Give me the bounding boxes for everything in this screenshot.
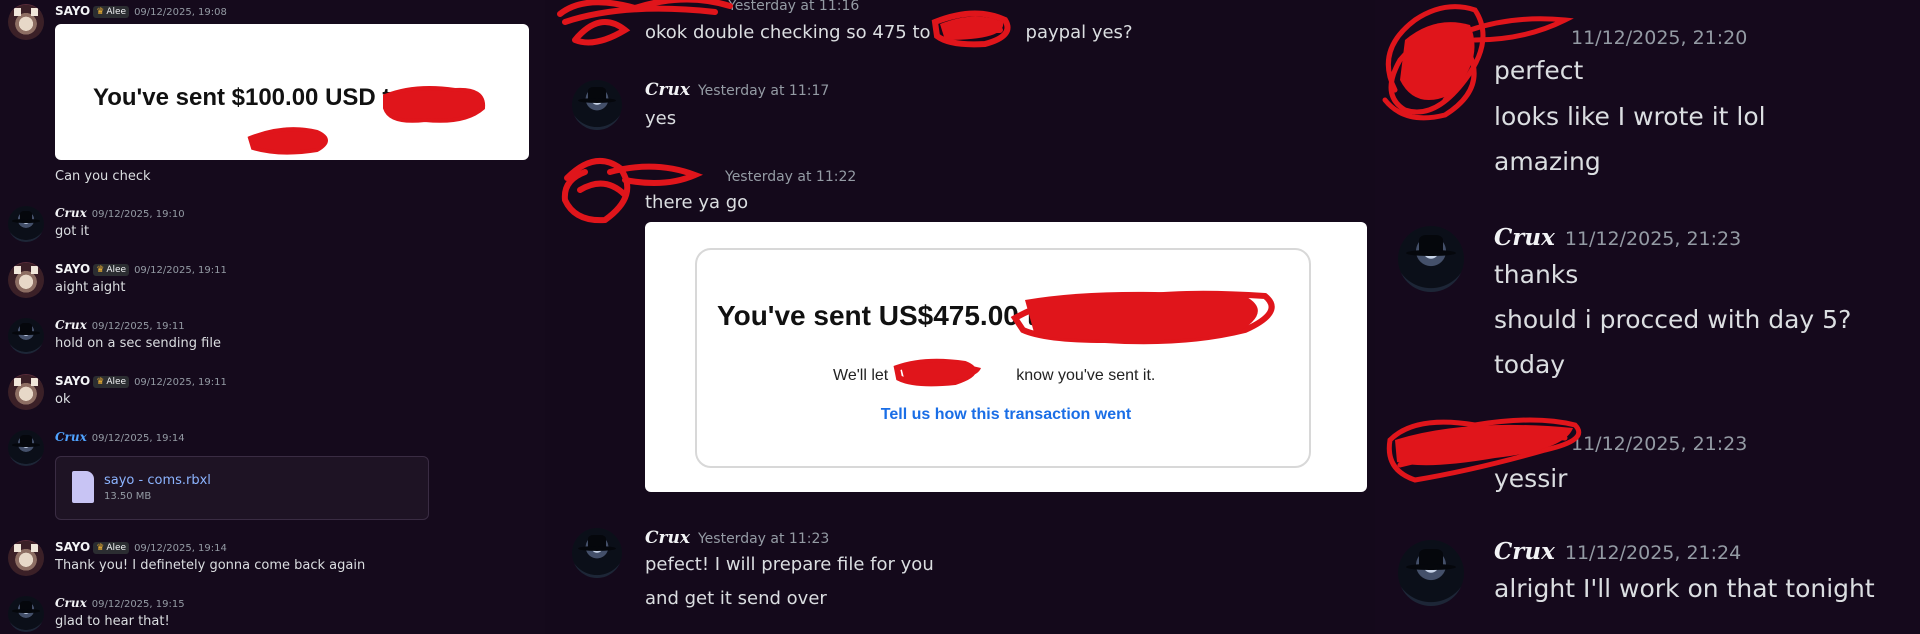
- image-attachment[interactable]: You've sent $100.00 USD to: [55, 24, 529, 160]
- user-avatar[interactable]: [8, 206, 44, 242]
- file-icon: [72, 471, 94, 503]
- message-text: ok: [55, 392, 71, 407]
- message-text: and get it send over: [645, 588, 827, 609]
- file-name-link[interactable]: sayo - coms.rbxl: [104, 473, 211, 488]
- message-text: Can you check: [55, 169, 151, 184]
- receipt-subtext: We'll let know you've sent it.: [833, 367, 1156, 384]
- message-text: aight aight: [55, 280, 126, 295]
- username[interactable]: SAYO: [55, 540, 90, 554]
- username[interactable]: SAYO: [55, 4, 90, 18]
- message-text: Thank you! I definetely gonna come back …: [55, 558, 366, 573]
- username[interactable]: Crux: [55, 596, 87, 610]
- message-text: there ya go: [645, 192, 749, 213]
- username[interactable]: Crux: [1494, 224, 1555, 251]
- timestamp: 09/12/2025, 19:15: [91, 599, 185, 610]
- message-text: got it: [55, 224, 90, 239]
- timestamp: 09/12/2025, 19:14: [134, 543, 227, 554]
- message-text: alright I'll work on that tonight: [1494, 574, 1875, 603]
- timestamp: Yesterday at 11:22: [725, 169, 857, 185]
- chat-panel-right: 11/12/2025, 21:20 perfect looks like I w…: [1375, 0, 1920, 634]
- timestamp: 11/12/2025, 21:23: [1564, 228, 1742, 250]
- message-text: okok double checking so 475 to paypal yes…: [645, 22, 1133, 43]
- chat-panel-middle: Yesterday at 11:16 okok double checking …: [545, 0, 1375, 634]
- user-avatar[interactable]: [8, 374, 44, 410]
- user-avatar[interactable]: [8, 596, 44, 632]
- crown-icon: ♛: [96, 7, 105, 17]
- chat-panel-left: SAYO ♛ Alee 09/12/2025, 19:08 You've sent $…: [0, 0, 545, 634]
- crown-icon: ♛: [96, 377, 105, 387]
- file-size: 13.50 MB: [104, 491, 152, 502]
- timestamp: 11/12/2025, 21:23: [1571, 433, 1748, 455]
- user-avatar[interactable]: [1398, 226, 1464, 292]
- message-text: glad to hear that!: [55, 614, 170, 629]
- username[interactable]: SAYO: [55, 262, 90, 276]
- message-text: perfect: [1494, 56, 1584, 85]
- timestamp: 11/12/2025, 21:24: [1564, 542, 1742, 564]
- role-badge: ♛ Alee: [93, 264, 130, 276]
- timestamp: 09/12/2025, 19:11: [134, 377, 227, 388]
- crown-icon: ♛: [96, 543, 105, 553]
- file-attachment[interactable]: sayo - coms.rbxl 13.50 MB: [55, 456, 429, 520]
- username[interactable]: SAYO: [55, 374, 90, 388]
- role-badge: ♛ Alee: [93, 376, 130, 388]
- timestamp: 11/12/2025, 21:20: [1571, 27, 1748, 49]
- username[interactable]: Crux: [55, 430, 87, 444]
- crown-icon: ♛: [96, 265, 105, 275]
- message-text: yessir: [1494, 464, 1568, 493]
- user-avatar[interactable]: [572, 80, 622, 130]
- message-text: today: [1494, 350, 1566, 379]
- user-avatar[interactable]: [8, 430, 44, 466]
- receipt-headline: You've sent US$475.00 to: [717, 300, 1054, 331]
- timestamp: 09/12/2025, 19:11: [91, 321, 185, 332]
- transaction-feedback-link[interactable]: Tell us how this transaction went: [645, 406, 1367, 424]
- timestamp: Yesterday at 11:16: [728, 0, 860, 14]
- username[interactable]: Crux: [1494, 538, 1555, 565]
- username[interactable]: Crux: [645, 528, 690, 548]
- user-avatar[interactable]: [8, 262, 44, 298]
- username[interactable]: Crux: [55, 206, 87, 220]
- timestamp: 09/12/2025, 19:11: [134, 265, 227, 276]
- role-badge: ♛ Alee: [93, 542, 130, 554]
- timestamp: 09/12/2025, 19:10: [91, 209, 185, 220]
- timestamp: Yesterday at 11:17: [697, 83, 830, 99]
- message-text: hold on a sec sending file: [55, 336, 221, 351]
- timestamp: 09/12/2025, 19:14: [91, 433, 185, 444]
- message-text: should i procced with day 5?: [1494, 305, 1852, 334]
- user-avatar[interactable]: [1398, 540, 1464, 606]
- user-avatar[interactable]: [8, 4, 44, 40]
- message-text: pefect! I will prepare file for you: [645, 554, 934, 575]
- user-avatar[interactable]: [8, 318, 44, 354]
- timestamp: 09/12/2025, 19:08: [134, 7, 227, 18]
- message-text: amazing: [1494, 147, 1601, 176]
- username[interactable]: Crux: [645, 80, 690, 100]
- username[interactable]: Crux: [55, 318, 87, 332]
- message-text: looks like I wrote it lol: [1494, 102, 1766, 131]
- message-text: yes: [645, 108, 677, 129]
- receipt-image[interactable]: You've sent US$475.00 to We'll let know y…: [645, 222, 1367, 492]
- user-avatar[interactable]: [572, 528, 622, 578]
- message-text: thanks: [1494, 260, 1579, 289]
- timestamp: Yesterday at 11:23: [697, 531, 830, 547]
- user-avatar[interactable]: [8, 540, 44, 576]
- role-badge: ♛ Alee: [93, 6, 130, 18]
